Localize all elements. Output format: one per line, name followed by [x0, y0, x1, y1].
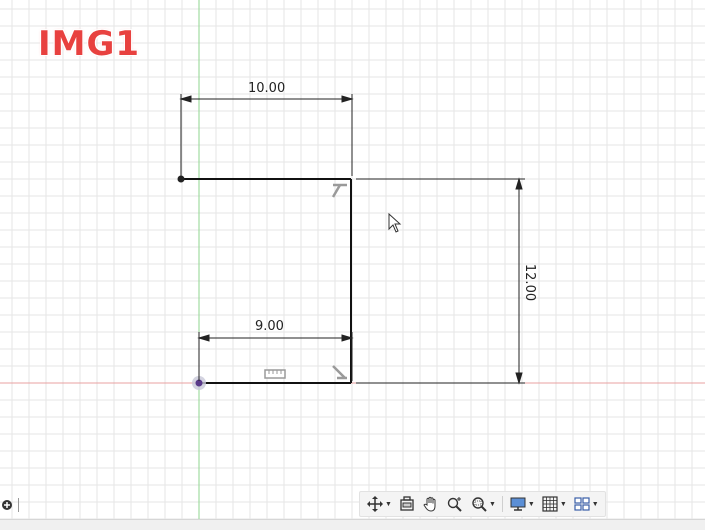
grid-settings-icon: [542, 496, 558, 512]
display-dropdown-caret[interactable]: ▼: [528, 501, 535, 508]
browser-toggle[interactable]: [0, 497, 19, 513]
orbit-icon: [367, 496, 383, 512]
display-settings-button[interactable]: [507, 494, 529, 514]
zoom-button[interactable]: [444, 494, 466, 514]
dimension-bottom-width-value[interactable]: 9.00: [255, 319, 284, 334]
dimension-top-width-value[interactable]: 10.00: [248, 81, 285, 96]
sketch-profile[interactable]: [177, 175, 352, 391]
panel-divider[interactable]: [18, 498, 19, 512]
zoom-dropdown-caret[interactable]: ▼: [489, 501, 496, 508]
zoom-window-icon: [472, 497, 487, 512]
viewports-icon: [574, 497, 590, 511]
pan-hand-icon: [423, 496, 436, 512]
look-at-button[interactable]: [396, 494, 418, 514]
mouse-cursor-icon: [388, 212, 402, 238]
zoom-window-button[interactable]: [468, 494, 490, 514]
toolbar-separator: [501, 496, 503, 512]
grid-settings-button[interactable]: [539, 494, 561, 514]
orbit-button[interactable]: [364, 494, 386, 514]
display-settings-icon: [510, 497, 526, 511]
zoom-icon: [447, 497, 462, 512]
viewports-dropdown-caret[interactable]: ▼: [592, 501, 599, 508]
dimension-right-height-value[interactable]: 12.00: [522, 264, 537, 301]
image-overlay-label: IMG1: [38, 24, 141, 64]
horizontal-constraint-icon[interactable]: [264, 369, 286, 379]
pan-button[interactable]: [420, 494, 442, 514]
viewports-button[interactable]: [571, 494, 593, 514]
look-at-icon: [400, 496, 414, 511]
navigation-toolbar: ▼ ▼ ▼ ▼ ▼: [359, 491, 606, 517]
add-circle-icon[interactable]: [1, 499, 13, 511]
status-bar: [0, 519, 705, 530]
start-point[interactable]: [177, 175, 185, 183]
sketch-grid: [0, 0, 705, 520]
orbit-dropdown-caret[interactable]: ▼: [385, 501, 392, 508]
sketch-canvas[interactable]: [0, 0, 705, 529]
grid-dropdown-caret[interactable]: ▼: [560, 501, 567, 508]
